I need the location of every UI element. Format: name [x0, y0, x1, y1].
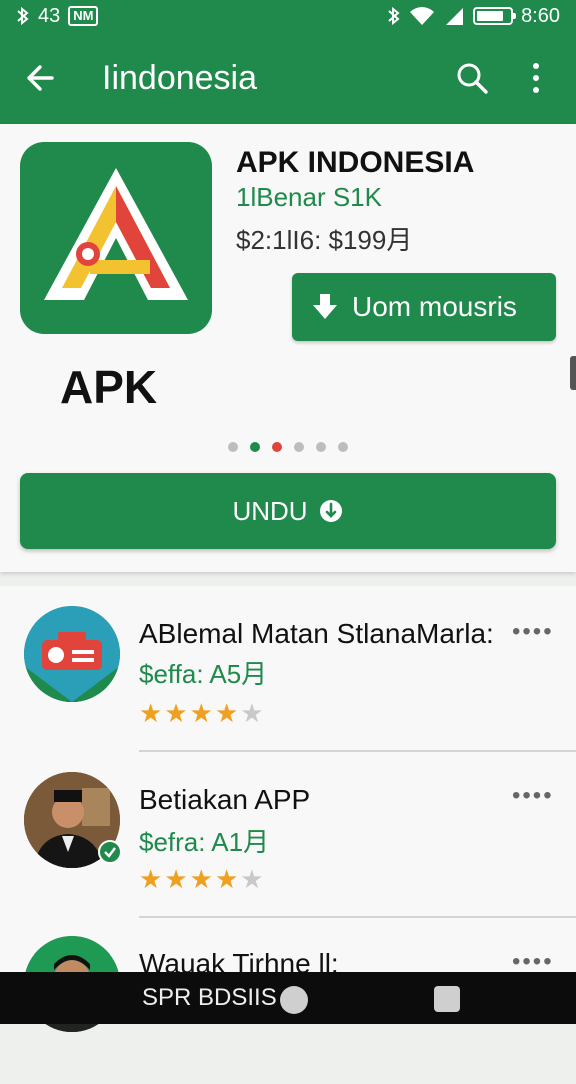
star-icon: ★: [139, 698, 163, 728]
letter-a-logo-icon: [44, 168, 188, 300]
star-icon: ★: [139, 864, 163, 894]
gesture-icon: [319, 500, 342, 522]
ticket-app-icon: [24, 606, 120, 702]
list-item-price: $effa: A5月: [139, 659, 268, 689]
notification-badge: NM: [68, 6, 99, 26]
featured-app-card: APK APK INDONESIA 1lBenar S1K $2:1lI6: $…: [0, 124, 576, 572]
system-nav-bar: SPR BDSIIS: [0, 972, 576, 1024]
list-item-title: Betiakan APP: [139, 784, 311, 815]
list-item-title: ABlemal Matan StlanaMarla:: [139, 618, 494, 649]
list-item[interactable]: ABlemal Matan StlanaMarla: •••• $effa: A…: [0, 586, 576, 752]
wifi-icon: [410, 7, 435, 25]
edge-handle[interactable]: [570, 356, 576, 390]
more-options-icon[interactable]: ••••: [512, 782, 554, 810]
status-left-text: 43: [38, 4, 61, 27]
app-subtitle: 1lBenar S1K: [236, 182, 382, 212]
star-rating: ★ ★ ★ ★ ★: [139, 698, 264, 729]
verified-check-icon: [98, 840, 122, 864]
carousel-indicator[interactable]: [228, 442, 348, 452]
star-icon: ★: [164, 864, 188, 894]
star-icon: ★: [214, 864, 239, 894]
list-item-price: $efra: A1月: [139, 827, 270, 857]
app-price: $2:1lI6: $199月: [236, 225, 413, 255]
carousel-dot[interactable]: [316, 442, 326, 452]
status-time: 8:60: [521, 4, 560, 27]
app-bar: Iindonesia: [0, 32, 576, 124]
star-rating: ★ ★ ★ ★ ★: [139, 864, 264, 895]
search-icon: [457, 63, 488, 94]
app-icon-label: APK: [60, 361, 158, 413]
more-options-icon[interactable]: ••••: [512, 618, 554, 646]
back-button[interactable]: [16, 54, 64, 102]
app-list: ABlemal Matan StlanaMarla: •••• $effa: A…: [0, 586, 576, 1032]
recent-apps-button[interactable]: [434, 986, 460, 1012]
more-options-button[interactable]: [512, 54, 560, 102]
app-name: APK INDONESIA: [236, 146, 475, 179]
carousel-dot[interactable]: [294, 442, 304, 452]
carousel-dot-highlight[interactable]: [272, 442, 282, 452]
bluetooth-icon: [17, 6, 29, 26]
nav-bar-text: SPR BDSIIS: [142, 984, 277, 1011]
battery-icon: [473, 7, 517, 25]
page-title: Iindonesia: [102, 58, 258, 97]
home-button[interactable]: [280, 986, 308, 1014]
carousel-dot[interactable]: [338, 442, 348, 452]
back-arrow-icon: [27, 65, 54, 91]
search-button[interactable]: [448, 54, 496, 102]
half-star-icon: ★: [240, 864, 264, 894]
list-item[interactable]: Betiakan APP •••• $efra: A1月 ★ ★ ★ ★ ★: [0, 752, 576, 918]
download-icon: [313, 294, 337, 319]
star-icon: ★: [214, 698, 239, 728]
status-bar: 43 NM 8:60: [0, 0, 576, 32]
download-button[interactable]: Uom mousris: [292, 273, 556, 341]
star-icon: ★: [189, 698, 213, 728]
star-icon: ★: [164, 698, 188, 728]
apk-app-icon[interactable]: [20, 142, 212, 334]
star-icon: ★: [189, 864, 213, 894]
undu-button[interactable]: UNDU: [20, 473, 556, 549]
undu-button-label: UNDU: [232, 495, 308, 526]
bluetooth-icon: [388, 6, 400, 26]
status-left: 43 NM: [16, 4, 99, 28]
signal-icon: [446, 8, 464, 25]
carousel-dot[interactable]: [228, 442, 238, 452]
half-star-icon: ★: [240, 698, 264, 728]
status-right: 8:60: [387, 5, 560, 28]
download-button-label: Uom mousris: [352, 291, 517, 322]
more-vert-icon: [533, 63, 539, 93]
carousel-dot-active[interactable]: [250, 442, 260, 452]
avatar: [24, 606, 120, 702]
